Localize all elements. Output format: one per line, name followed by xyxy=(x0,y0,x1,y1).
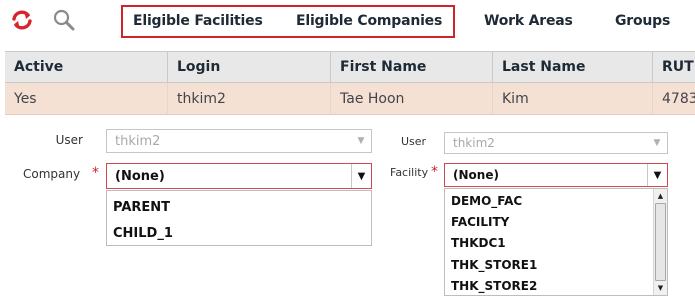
required-marker: * xyxy=(431,164,438,180)
chevron-down-icon: ▼ xyxy=(357,136,365,146)
tab-eligible-facilities[interactable]: Eligible Facilities xyxy=(133,13,263,29)
facility-option[interactable]: THK_STORE2 xyxy=(451,279,537,293)
column-header-last-name[interactable]: Last Name xyxy=(493,52,653,82)
column-header-rut[interactable]: RUT xyxy=(653,52,695,82)
table-row[interactable]: Yes thkim2 Tae Hoon Kim 4783 xyxy=(5,83,695,115)
company-user-label: User xyxy=(55,133,83,147)
company-option[interactable]: CHILD_1 xyxy=(113,226,173,241)
facility-option[interactable]: FACILITY xyxy=(451,215,509,229)
tab-work-areas[interactable]: Work Areas xyxy=(484,13,573,29)
scroll-up-icon[interactable]: ▲ xyxy=(654,190,667,202)
facility-select-value: (None) xyxy=(453,168,499,182)
user-grid: Active Login First Name Last Name RUT Ye… xyxy=(5,51,695,115)
column-header-active[interactable]: Active xyxy=(5,52,168,82)
vertical-scrollbar[interactable]: ▲ ▼ xyxy=(653,189,667,295)
company-select-value: (None) xyxy=(115,168,165,184)
facility-option[interactable]: DEMO_FAC xyxy=(451,194,522,208)
company-user-select: thkim2 ▼ xyxy=(106,129,372,153)
column-header-login[interactable]: Login xyxy=(168,52,331,82)
facility-user-select: thkim2 ▼ xyxy=(444,132,668,154)
chevron-down-icon: ▼ xyxy=(653,138,661,148)
company-select[interactable]: (None) ▼ xyxy=(106,163,372,189)
facility-label: Facility xyxy=(390,166,429,179)
company-option[interactable]: PARENT xyxy=(113,200,170,215)
company-dropdown-list: PARENT CHILD_1 xyxy=(106,190,372,246)
magnifier-icon[interactable] xyxy=(52,8,76,32)
company-label: Company xyxy=(23,167,81,181)
facility-user-label: User xyxy=(401,135,427,148)
required-marker: * xyxy=(92,165,99,181)
facility-option[interactable]: THKDC1 xyxy=(451,236,506,250)
cell-login: thkim2 xyxy=(168,83,331,114)
facility-dropdown-list: DEMO_FAC FACILITY THKDC1 THK_STORE1 THK_… xyxy=(444,188,668,296)
toolbar: Eligible Facilities Eligible Companies W… xyxy=(0,0,695,46)
scroll-down-icon[interactable]: ▼ xyxy=(654,282,667,294)
refresh-icon[interactable] xyxy=(10,8,34,32)
cell-rut: 4783 xyxy=(662,90,695,107)
scroll-thumb[interactable] xyxy=(655,203,666,281)
cell-last-name: Kim xyxy=(493,83,653,114)
column-header-first-name[interactable]: First Name xyxy=(331,52,493,82)
grid-header-row: Active Login First Name Last Name RUT xyxy=(5,51,695,83)
facility-option[interactable]: THK_STORE1 xyxy=(451,258,537,272)
cell-first-name: Tae Hoon xyxy=(331,83,493,114)
facility-user-value: thkim2 xyxy=(453,136,495,150)
tab-groups[interactable]: Groups xyxy=(615,13,670,29)
chevron-down-icon[interactable]: ▼ xyxy=(351,164,371,188)
facility-select[interactable]: (None) ▼ xyxy=(444,163,668,187)
chevron-down-icon[interactable]: ▼ xyxy=(647,164,667,186)
cell-active: Yes xyxy=(5,83,168,114)
company-user-value: thkim2 xyxy=(115,133,161,149)
tab-eligible-companies[interactable]: Eligible Companies xyxy=(296,13,442,29)
